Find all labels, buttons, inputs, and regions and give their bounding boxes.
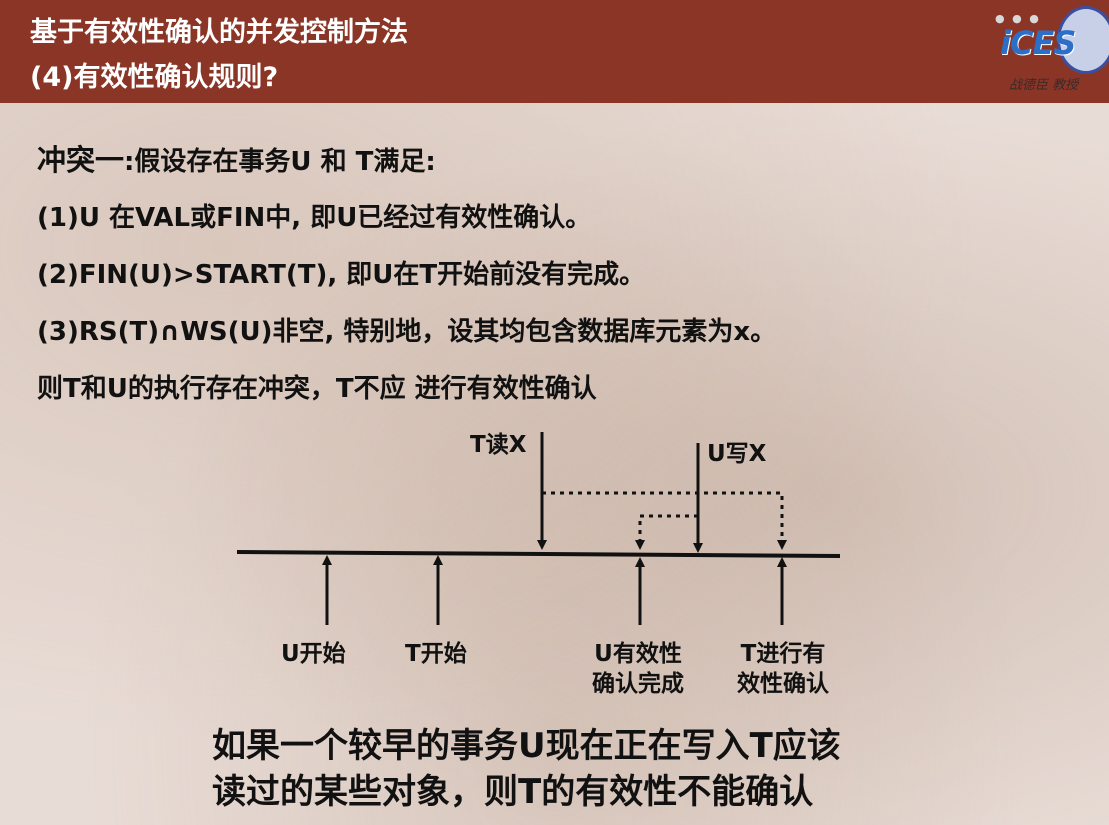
t-read-label: T读X [470, 432, 527, 458]
u-valid-label-line2: 确认完成 [592, 671, 684, 697]
footer-line-2: 读过的某些对象，则T的有效性不能确认 [212, 772, 814, 812]
u-valid-label-line1: U有效性 [594, 641, 682, 667]
t-valid-label-line2: 效性确认 [737, 671, 829, 697]
t-valid-label: T进行有 效性确认 [737, 639, 829, 699]
u-write-label: U写X [707, 441, 767, 467]
u-start-label: U开始 [281, 641, 346, 667]
t-start-label: T开始 [405, 641, 467, 667]
t-valid-label-line1: T进行有 [740, 641, 826, 667]
timeline-axis [236, 550, 841, 558]
u-valid-label: U有效性 确认完成 [592, 639, 684, 699]
t-read-to-valid-dotted [542, 491, 787, 550]
footer-line-1: 如果一个较早的事务U现在正在写入T应该 [212, 726, 841, 766]
timeline-diagram [236, 432, 841, 625]
u-write-to-uvalid-dotted [635, 514, 698, 550]
